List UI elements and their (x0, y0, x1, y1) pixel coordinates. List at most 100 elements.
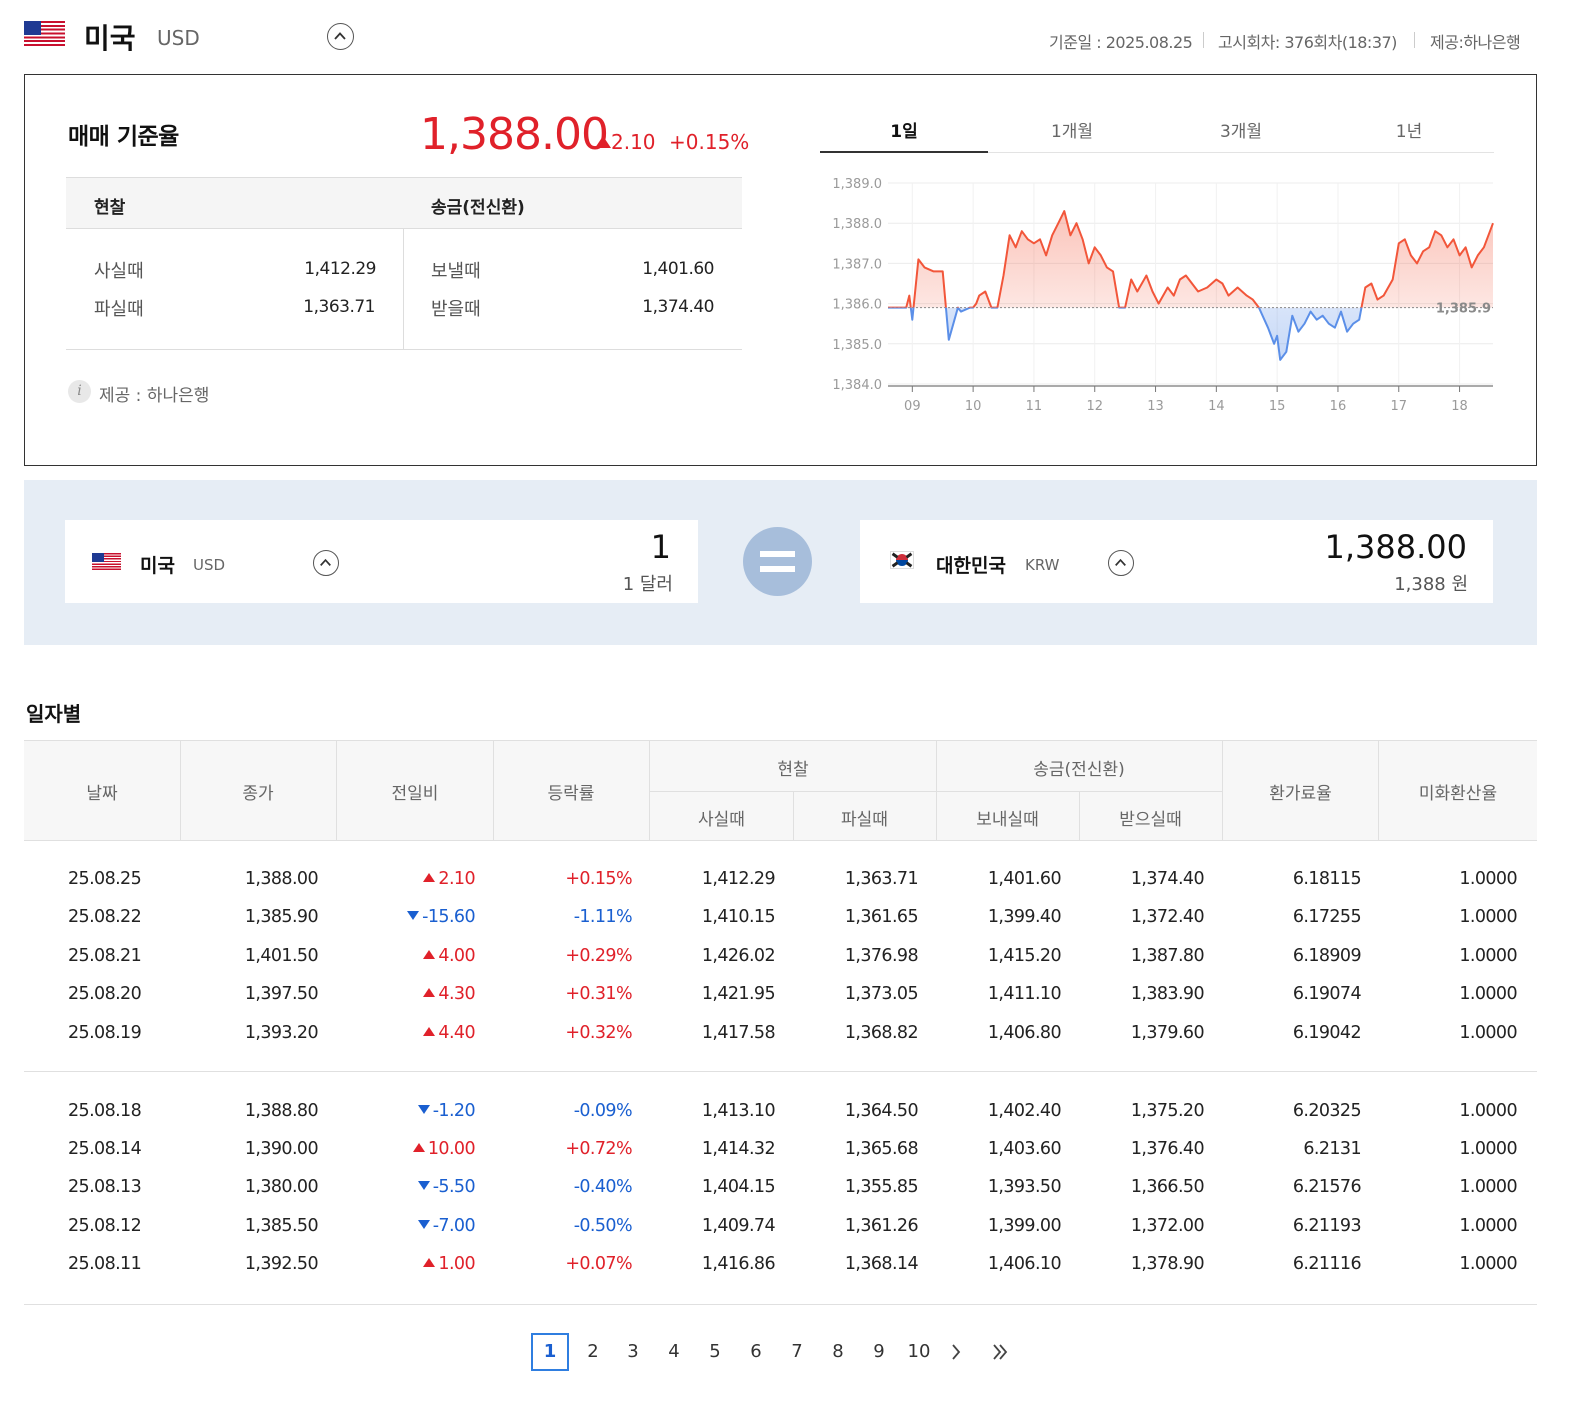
tab-1year[interactable]: 1년 (1325, 113, 1493, 153)
x-tick-label: 16 (1330, 399, 1347, 414)
remit-send-cell: 1,406.80 (987, 1023, 1062, 1043)
cash-sell-cell: 1,373.05 (844, 984, 919, 1004)
baseline-label: 1,385.9 (1436, 302, 1491, 317)
fx-rate-cell: 6.20325 (1292, 1101, 1362, 1121)
change-cell: -5.50 (417, 1168, 476, 1206)
col-fx-rate: 환가료율 (1269, 784, 1332, 804)
page-4-button[interactable]: 4 (655, 1333, 693, 1371)
usd-rate-cell: 1.0000 (1459, 869, 1517, 889)
cash-buy-cell: 1,414.32 (701, 1139, 776, 1159)
table-row: 25.08.19 1,393.20 4.40 +0.32% 1,417.58 1,368.… (24, 1014, 1537, 1052)
cash-sell-cell: 1,364.50 (844, 1101, 919, 1121)
usd-rate-cell: 1.0000 (1459, 1254, 1517, 1274)
change-cell: 2.10 (423, 860, 476, 898)
next-page-button[interactable] (937, 1333, 975, 1371)
col-remit-receive: 받으실때 (1119, 810, 1182, 830)
change-value: 1.00 (438, 1254, 475, 1274)
page-3-button[interactable]: 3 (614, 1333, 652, 1371)
up-arrow-icon (423, 950, 436, 959)
change-value: 10.00 (427, 1139, 476, 1159)
col-cash-buy: 사실때 (698, 810, 745, 830)
remit-receive-cell: 1,383.90 (1130, 984, 1205, 1004)
rate-detail-table: 현찰 송금(전신환) 사실때 1,412.29 파실때 1,363.71 보낼때… (66, 177, 742, 350)
fx-rate-cell: 6.19042 (1292, 1023, 1362, 1043)
change-pct-cell: -0.09% (573, 1101, 633, 1121)
date-cell: 25.08.22 (68, 907, 142, 927)
page-9-button[interactable]: 9 (860, 1333, 898, 1371)
remit-receive-cell: 1,376.40 (1130, 1139, 1205, 1159)
usd-rate-cell: 1.0000 (1459, 1177, 1517, 1197)
rate-detail-header: 현찰 송금(전신환) (66, 177, 742, 229)
cash-sell-cell: 1,361.65 (844, 907, 919, 927)
close-cell: 1,401.50 (244, 946, 319, 966)
change-value: 2.10 (438, 869, 475, 889)
col-change-pct: 등락률 (547, 784, 595, 804)
remit-send-cell: 1,415.20 (987, 946, 1062, 966)
double-chevron-right-icon (993, 1344, 1008, 1360)
x-tick-label: 18 (1451, 399, 1468, 414)
date-cell: 25.08.21 (68, 946, 142, 966)
tab-1month[interactable]: 1개월 (988, 113, 1156, 153)
chevron-up-icon (334, 32, 346, 40)
change-cell: 4.40 (423, 1014, 476, 1052)
from-country: 미국 (140, 555, 175, 577)
fx-rate-cell: 6.21193 (1292, 1216, 1362, 1236)
down-arrow-icon (417, 1105, 430, 1114)
usd-rate-cell: 1.0000 (1459, 984, 1517, 1004)
last-page-button[interactable] (981, 1333, 1019, 1371)
cash-buy-cell: 1,410.15 (701, 907, 776, 927)
change-pct-cell: +0.31% (565, 984, 632, 1004)
tab-1day[interactable]: 1일 (820, 113, 988, 153)
pagination: 1 2 3 4 5 6 7 8 9 10 (0, 1333, 1596, 1371)
usd-rate-cell: 1.0000 (1459, 1139, 1517, 1159)
to-currency-toggle[interactable] (1108, 550, 1134, 576)
close-cell: 1,388.00 (244, 869, 319, 889)
us-flag-icon (92, 553, 121, 570)
from-amount-input[interactable]: 1 (651, 528, 671, 566)
remit-receive-cell: 1,374.40 (1130, 869, 1205, 889)
col-change: 전일비 (391, 784, 439, 804)
remit-receive-cell: 1,379.60 (1130, 1023, 1205, 1043)
page-1-button[interactable]: 1 (531, 1333, 569, 1371)
tab-3month[interactable]: 3개월 (1157, 113, 1325, 153)
col-date: 날짜 (86, 784, 118, 804)
remit-receive-cell: 1,372.00 (1130, 1216, 1205, 1236)
change-pct-cell: -0.50% (573, 1216, 633, 1236)
remit-send-cell: 1,393.50 (987, 1177, 1062, 1197)
change-value: 4.40 (438, 1023, 475, 1043)
date-cell: 25.08.14 (68, 1139, 142, 1159)
remit-send-value: 1,401.60 (642, 259, 714, 279)
close-cell: 1,393.20 (244, 1023, 319, 1043)
page-5-button[interactable]: 5 (696, 1333, 734, 1371)
cash-sell-value: 1,363.71 (303, 297, 375, 317)
date-cell: 25.08.20 (68, 984, 142, 1004)
remit-send-label: 보낼때 (431, 261, 481, 282)
remit-send-cell: 1,406.10 (987, 1254, 1062, 1274)
page-8-button[interactable]: 8 (819, 1333, 857, 1371)
page-10-button[interactable]: 10 (900, 1333, 938, 1371)
from-currency-box[interactable]: 미국 USD 1 1 달러 (65, 520, 698, 603)
usd-rate-cell: 1.0000 (1459, 1101, 1517, 1121)
x-tick-label: 10 (965, 399, 982, 414)
page-7-button[interactable]: 7 (778, 1333, 816, 1371)
to-currency-box[interactable]: 대한민국 KRW 1,388.00 1,388 원 (860, 520, 1493, 603)
change-pct-cell: +0.07% (565, 1254, 632, 1274)
remit-send-cell: 1,399.00 (987, 1216, 1062, 1236)
change-cell: 1.00 (423, 1245, 476, 1283)
cash-buy-cell: 1,416.86 (701, 1254, 776, 1274)
currency-select-toggle[interactable] (327, 23, 354, 50)
y-tick-label: 1,386.0 (832, 298, 882, 313)
base-date: 기준일 : 2025.08.25 (1049, 33, 1193, 52)
remit-send-cell: 1,411.10 (987, 984, 1062, 1004)
date-cell: 25.08.25 (68, 869, 142, 889)
remit-send-cell: 1,402.40 (987, 1101, 1062, 1121)
page-2-button[interactable]: 2 (574, 1333, 612, 1371)
change-value: -1.20 (432, 1101, 476, 1121)
change-value: -15.60 (422, 907, 475, 927)
to-country: 대한민국 (936, 555, 1006, 577)
change-value: -7.00 (432, 1216, 476, 1236)
page-6-button[interactable]: 6 (737, 1333, 775, 1371)
change-cell: -15.60 (407, 898, 476, 936)
from-currency-toggle[interactable] (313, 550, 339, 576)
change-value: -5.50 (432, 1177, 476, 1197)
